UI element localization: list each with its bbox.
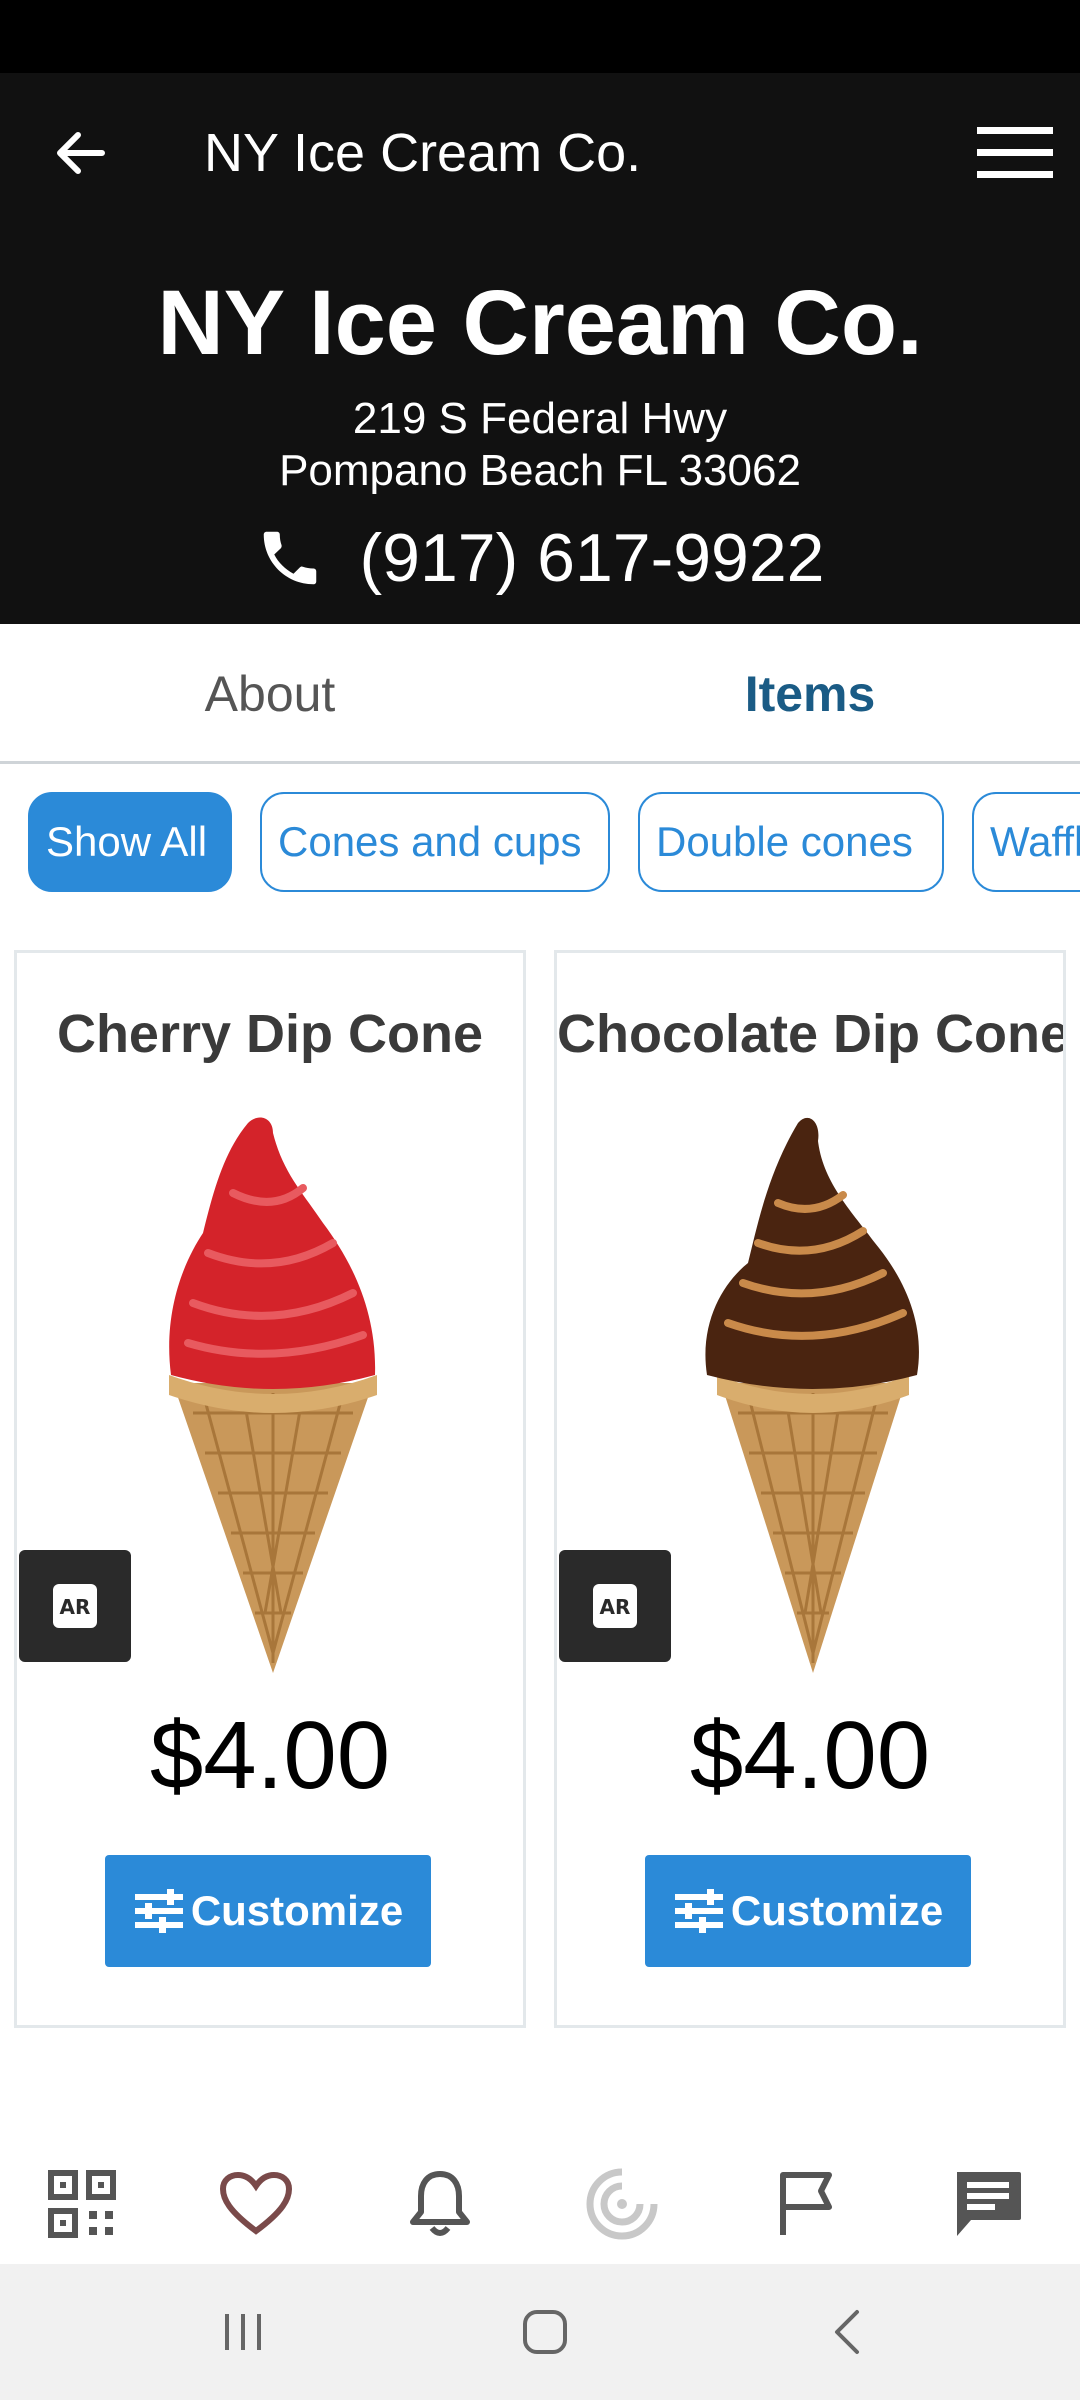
store-name: NY Ice Cream Co. [157, 272, 923, 374]
recent-apps-icon [225, 2314, 261, 2350]
customize-button[interactable]: Customize [645, 1855, 971, 1967]
item-card[interactable]: Chocolate Dip Cone AR $4.00 Customize [554, 950, 1066, 2028]
store-address-line2: Pompano Beach FL 33062 [279, 446, 801, 495]
home-button[interactable] [500, 2294, 590, 2370]
arrow-left-icon [57, 132, 105, 174]
phone-icon [264, 531, 317, 585]
nav-report-button[interactable] [756, 2154, 856, 2254]
radar-icon [586, 2168, 658, 2240]
nav-radar-button[interactable] [572, 2154, 672, 2254]
svg-text:AR: AR [600, 1595, 631, 1619]
chat-icon [957, 2172, 1021, 2236]
chevron-left-icon [835, 2310, 859, 2354]
qr-code-icon [48, 2170, 116, 2238]
customize-label: Customize [730, 1887, 944, 1934]
bottom-nav [0, 2140, 1080, 2264]
item-price: $4.00 [149, 1702, 391, 1809]
heart-icon [219, 2171, 293, 2235]
nav-qr-button[interactable] [32, 2154, 132, 2254]
home-icon [523, 2310, 567, 2354]
ar-icon: AR [593, 1584, 637, 1628]
bell-icon [410, 2171, 470, 2236]
menu-button[interactable] [970, 118, 1060, 188]
tab-bar: About Items [0, 624, 1080, 764]
phone-number: (917) 617-9922 [359, 520, 825, 596]
svg-text:AR: AR [60, 1595, 91, 1619]
back-button[interactable] [40, 113, 120, 193]
item-price: $4.00 [689, 1702, 931, 1809]
tab-about[interactable]: About [0, 624, 540, 764]
filter-chip-double-cones[interactable]: Double cones [638, 792, 944, 892]
ar-icon: AR [53, 1584, 97, 1628]
nav-notifications-button[interactable] [390, 2154, 490, 2254]
item-card[interactable]: Cherry Dip Cone AR $4.00 Customize [14, 950, 526, 2028]
item-name: Cherry Dip Cone [56, 1004, 484, 1064]
ar-view-button[interactable]: AR [19, 1550, 131, 1662]
nav-messages-button[interactable] [938, 2154, 1038, 2254]
store-address-line1: 219 S Federal Hwy [352, 394, 728, 443]
tune-icon [674, 1889, 723, 1933]
system-back-button[interactable] [802, 2294, 892, 2370]
filter-chip-waffle[interactable]: Waffle [972, 792, 1080, 892]
chocolate-dip-cone-image [705, 1117, 919, 1673]
filter-chip-show-all[interactable]: Show All [28, 792, 232, 892]
customize-label: Customize [190, 1887, 404, 1934]
app-bar: NY Ice Cream Co. [0, 73, 1080, 233]
app-bar-title: NY Ice Cream Co. [204, 123, 642, 183]
ar-view-button[interactable]: AR [559, 1550, 671, 1662]
store-phone[interactable]: (917) 617-9922 [0, 513, 1080, 603]
cherry-dip-cone-image [169, 1117, 377, 1673]
tune-icon [134, 1889, 183, 1933]
item-name: Chocolate Dip Cone [557, 1004, 1066, 1064]
tab-items[interactable]: Items [540, 624, 1080, 764]
store-header: NY Ice Cream Co. 219 S Federal Hwy Pompa… [0, 233, 1080, 624]
category-filter-bar: Show All Cones and cups Double cones Waf… [0, 792, 1080, 894]
hamburger-menu-icon [977, 127, 1053, 178]
system-nav-bar [0, 2264, 1080, 2400]
recent-apps-button[interactable] [198, 2294, 288, 2370]
flag-icon [780, 2172, 832, 2235]
nav-favorites-button[interactable] [206, 2154, 306, 2254]
status-bar [0, 0, 1080, 73]
filter-chip-cones-and-cups[interactable]: Cones and cups [260, 792, 610, 892]
customize-button[interactable]: Customize [105, 1855, 431, 1967]
